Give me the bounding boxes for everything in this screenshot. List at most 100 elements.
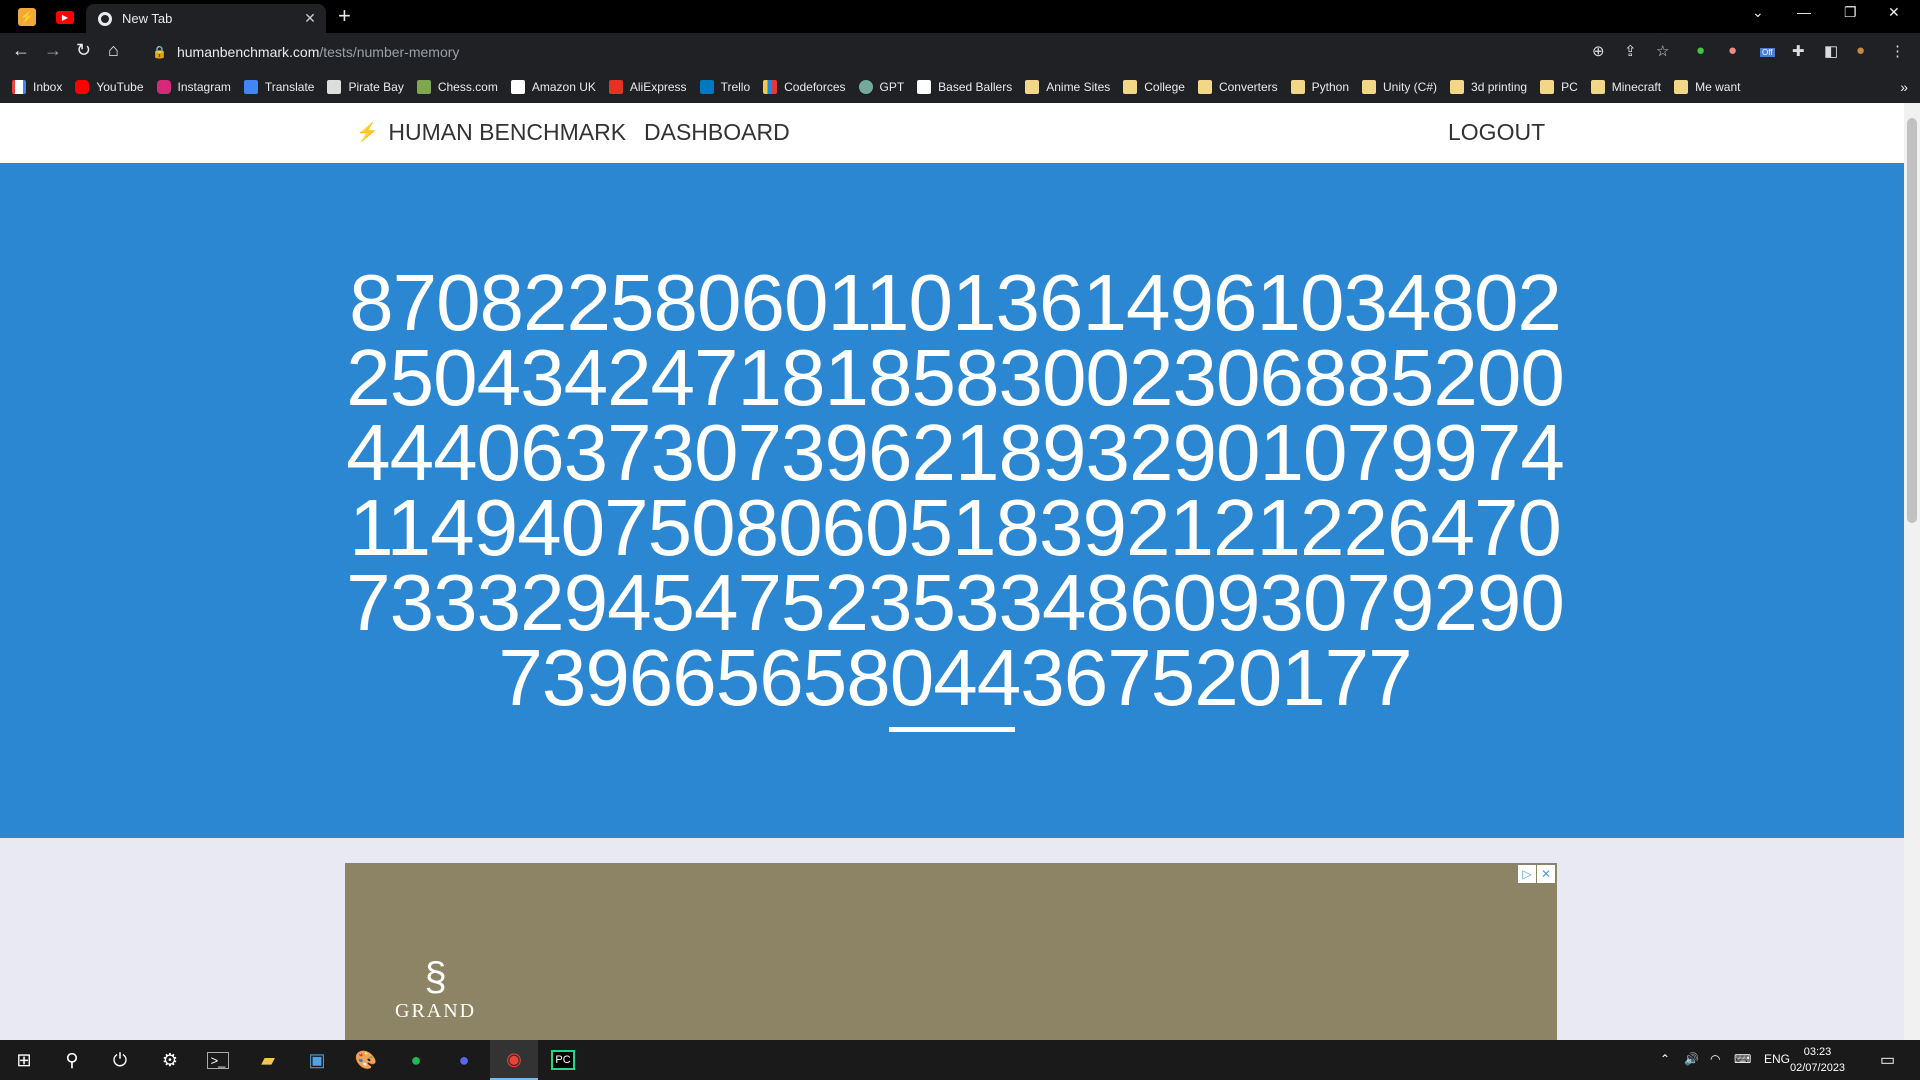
pycharm-button[interactable]: PC (539, 1040, 587, 1080)
dashboard-link[interactable]: DASHBOARD (644, 119, 790, 146)
chrome-icon: ◉ (506, 1048, 522, 1069)
bookmark-folder-python[interactable]: Python (1290, 80, 1349, 94)
bookmark-label: Based Ballers (938, 80, 1013, 94)
paint-button[interactable]: 🎨 (342, 1040, 390, 1080)
wifi-icon[interactable]: ◠ (1710, 1052, 1720, 1066)
advertisement[interactable]: ▷ ✕ § GRAND (345, 863, 1557, 1043)
pinned-tab-humanbenchmark[interactable]: ⚡ (12, 4, 42, 30)
store-button[interactable]: ▣ (293, 1040, 341, 1080)
bookmark-label: Anime Sites (1046, 80, 1111, 94)
chrome-icon (98, 11, 112, 26)
bookmark-label: PC (1561, 80, 1578, 94)
bookmark-label: Inbox (33, 80, 63, 94)
start-button[interactable]: ⊞ (0, 1040, 48, 1080)
forward-icon[interactable]: → (44, 40, 62, 61)
gmail-icon (12, 80, 26, 94)
reload-icon[interactable]: ↻ (76, 40, 91, 61)
terminal-button[interactable]: >_ (194, 1040, 242, 1080)
pinned-tab-youtube[interactable]: ▶ (50, 4, 80, 30)
ad-logo: § GRAND (395, 955, 476, 1023)
tab-search-icon[interactable]: ⌄ (1752, 4, 1764, 21)
bookmark-based-ballers[interactable]: Based Ballers (917, 80, 1012, 94)
instagram-icon (156, 80, 171, 94)
file-explorer-button[interactable]: ▰ (244, 1040, 292, 1080)
bookmark-folder-anime[interactable]: Anime Sites (1025, 80, 1110, 94)
extension-green-icon[interactable]: ● (1696, 42, 1705, 59)
bookmark-gpt[interactable]: GPT (858, 80, 904, 94)
ad-logo-text: GRAND (395, 1000, 477, 1022)
keyboard-icon[interactable]: ⌨ (1734, 1052, 1751, 1066)
bookmark-youtube[interactable]: YouTube (75, 80, 144, 94)
bookmark-folder-converters[interactable]: Converters (1197, 80, 1278, 94)
windows-taskbar: ⊞ ⚲ ⏻ ⚙ >_ ▰ ▣ 🎨 ● ● ◉ PC ⌃ 🔊 ◠ ⌨ ENG 03… (0, 1040, 1920, 1080)
gpt-icon (858, 80, 873, 94)
new-tab-button[interactable]: + (338, 5, 351, 27)
discord-icon: ● (458, 1049, 470, 1070)
volume-icon[interactable]: 🔊 (1684, 1052, 1699, 1066)
extension-mouse-icon[interactable]: ● (1728, 42, 1737, 59)
bookmark-folder-3d-printing[interactable]: 3d printing (1450, 80, 1527, 94)
chrome-button[interactable]: ◉ (490, 1040, 538, 1080)
profile-avatar[interactable]: ● (1856, 42, 1865, 59)
address-bar[interactable]: 🔒 humanbenchmark.com/tests/number-memory (140, 37, 1670, 67)
folder-icon (1362, 80, 1376, 94)
bookmark-trello[interactable]: Trello (699, 80, 751, 94)
bookmark-folder-minecraft[interactable]: Minecraft (1590, 80, 1662, 94)
bookmark-aliexpress[interactable]: AliExpress (608, 80, 687, 94)
back-icon[interactable]: ← (12, 40, 30, 61)
page-scrollbar[interactable] (1904, 103, 1920, 1040)
bookmark-inbox[interactable]: Inbox (12, 80, 62, 94)
extension-badge: Off (1760, 48, 1775, 57)
minimize-icon[interactable]: — (1797, 4, 1811, 20)
trello-icon (699, 80, 714, 94)
settings-button[interactable]: ⚙ (146, 1040, 194, 1080)
windows-icon: ⊞ (16, 1049, 32, 1070)
bookmark-translate[interactable]: Translate (243, 80, 314, 94)
folder-icon (1123, 80, 1138, 94)
bookmark-label: Trello (720, 80, 751, 94)
bookmark-folder-college[interactable]: College (1123, 80, 1185, 94)
adchoices-icon[interactable]: ▷ (1518, 865, 1536, 883)
brand-link[interactable]: ⚡ HUMAN BENCHMARK (356, 119, 626, 146)
logout-link[interactable]: LOGOUT (1448, 119, 1545, 146)
tray-overflow-icon[interactable]: ⌃ (1660, 1052, 1670, 1066)
tab-new-tab[interactable]: New Tab ✕ (86, 4, 326, 33)
browser-toolbar: ← → ↻ ⌂ 🔒 humanbenchmark.com/tests/numbe… (0, 33, 1920, 71)
lightning-icon: ⚡ (18, 8, 36, 26)
side-panel-icon[interactable]: ◧ (1824, 42, 1838, 60)
zoom-icon[interactable]: ⊕ (1592, 42, 1605, 60)
bookmarks-overflow-icon[interactable]: » (1900, 79, 1908, 95)
restore-icon[interactable]: ❐ (1844, 4, 1857, 21)
home-icon[interactable]: ⌂ (108, 40, 119, 61)
clock[interactable]: 03:23 02/07/2023 (1790, 1044, 1845, 1076)
close-window-icon[interactable]: ✕ (1888, 4, 1900, 21)
close-tab-icon[interactable]: ✕ (300, 10, 320, 27)
bookmark-label: Minecraft (1611, 80, 1662, 94)
extensions-puzzle-icon[interactable]: ✚ (1792, 42, 1805, 60)
search-button[interactable]: ⚲ (48, 1040, 96, 1080)
power-button[interactable]: ⏻ (96, 1040, 144, 1080)
language-indicator[interactable]: ENG (1764, 1052, 1790, 1066)
bookmark-pirate-bay[interactable]: Pirate Bay (327, 80, 404, 94)
bookmark-star-icon[interactable]: ☆ (1656, 42, 1669, 60)
menu-kebab-icon[interactable]: ⋮ (1890, 42, 1905, 60)
bookmark-folder-pc[interactable]: PC (1540, 80, 1578, 94)
bookmark-folder-me-want[interactable]: Me want (1674, 80, 1740, 94)
bookmark-codeforces[interactable]: Codeforces (763, 80, 846, 94)
ad-close-icon[interactable]: ✕ (1537, 865, 1555, 883)
bookmark-amazon[interactable]: Amazon UK (510, 80, 596, 94)
bookmark-folder-unity[interactable]: Unity (C#) (1362, 80, 1437, 94)
scrollbar-thumb[interactable] (1907, 118, 1917, 523)
store-icon: ▣ (308, 1049, 326, 1070)
notifications-icon[interactable]: ▭ (1880, 1050, 1895, 1070)
bookmark-chess[interactable]: Chess.com (416, 80, 498, 94)
extension-off-icon[interactable]: Off (1760, 42, 1775, 59)
spotify-button[interactable]: ● (392, 1040, 440, 1080)
discord-button[interactable]: ● (440, 1040, 488, 1080)
site-header: ⚡ HUMAN BENCHMARK DASHBOARD LOGOUT (0, 103, 1904, 163)
bookmark-label: Codeforces (784, 80, 846, 94)
share-icon[interactable]: ⇪ (1624, 42, 1637, 60)
palette-icon: 🎨 (354, 1049, 378, 1070)
bookmark-label: College (1144, 80, 1185, 94)
bookmark-instagram[interactable]: Instagram (156, 80, 231, 94)
